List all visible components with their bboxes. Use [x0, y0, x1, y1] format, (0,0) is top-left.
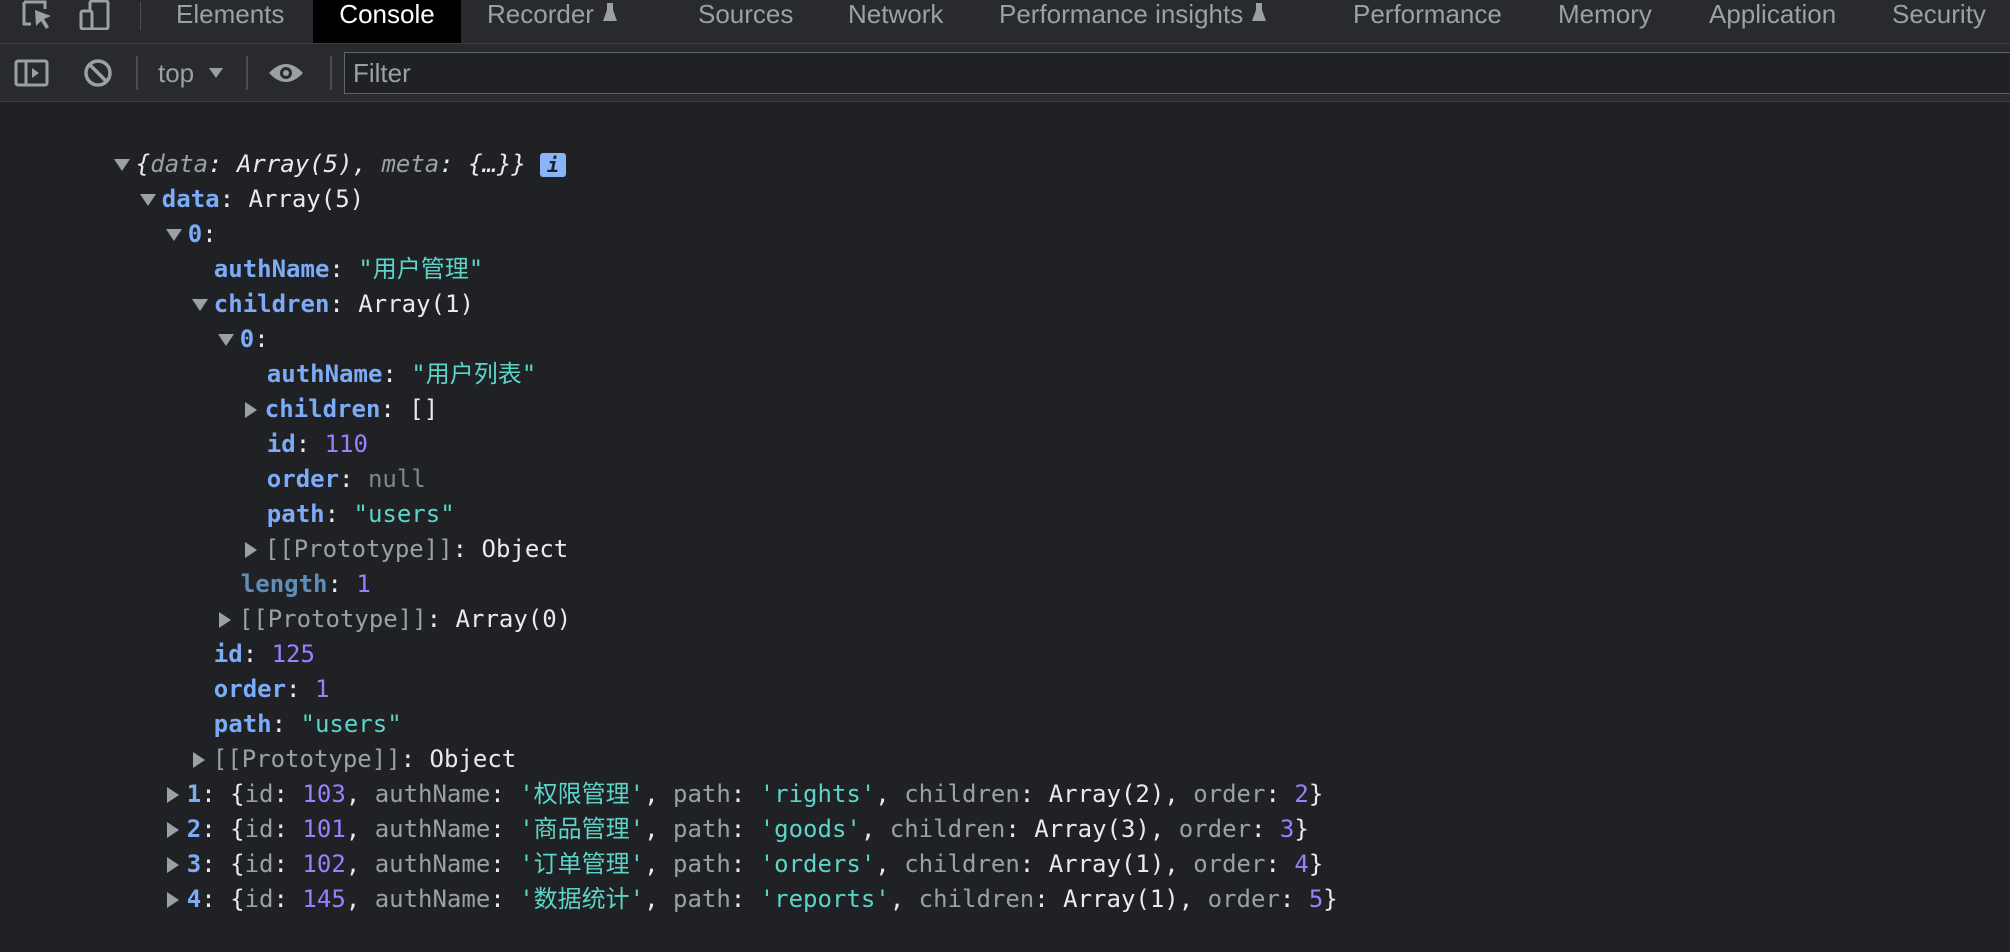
tab-performance[interactable]: Performance	[1353, 0, 1502, 43]
toolbar-divider	[136, 56, 138, 90]
devtools-tab-bar: Elements Console Recorder Sources Networ…	[0, 0, 2010, 44]
property-value: Array(5)	[248, 185, 365, 213]
tree-row-id: id: 110	[266, 430, 368, 458]
toolbar-divider	[140, 2, 141, 30]
tree-row-prototype[interactable]: [[Prototype]]: Object	[135, 707, 516, 773]
tree-row-item-0[interactable]: 0:	[108, 182, 217, 248]
tree-row-item-collapsed[interactable]: 2: {id: 101, authName: '商品管理', path: 'go…	[109, 777, 1309, 843]
tree-row-path: path: "users"	[213, 710, 402, 738]
collapsed-arrow-icon[interactable]	[166, 892, 179, 908]
tree-row-length: length: 1	[240, 570, 371, 598]
preview-key-meta: meta	[381, 150, 440, 178]
context-selector-label: top	[158, 57, 195, 88]
filter-input[interactable]	[344, 52, 2010, 94]
experiment-flask-icon	[1251, 0, 1267, 29]
tree-row-prototype[interactable]: [[Prototype]]: Array(0)	[161, 567, 571, 633]
tab-application[interactable]: Application	[1709, 0, 1836, 43]
property-value: []	[409, 395, 439, 423]
tree-row-path: path: "users"	[266, 500, 455, 528]
property-value: Array(0)	[455, 605, 572, 633]
property-value: Object	[481, 535, 569, 563]
tab-elements[interactable]: Elements	[176, 0, 284, 43]
experiment-flask-icon	[602, 0, 618, 29]
toolbar-divider	[246, 56, 248, 90]
tab-memory[interactable]: Memory	[1558, 0, 1652, 43]
tree-row-item-collapsed[interactable]: 3: {id: 102, authName: '订单管理', path: 'or…	[109, 812, 1323, 878]
dropdown-arrow-icon	[208, 67, 224, 79]
tree-row-order: order: 1	[213, 675, 330, 703]
preview-brace: }	[511, 150, 526, 178]
tab-security[interactable]: Security	[1892, 0, 1986, 43]
tree-row-children[interactable]: children: []	[187, 357, 438, 423]
tree-row-children[interactable]: children: Array(1)	[134, 252, 474, 318]
console-toolbar: top	[0, 44, 2010, 102]
preview-colon: :	[439, 150, 469, 178]
tab-performance-insights[interactable]: Performance insights	[999, 0, 1267, 43]
toolbar-divider	[330, 56, 332, 90]
tree-row-data[interactable]: data: Array(5)	[82, 147, 364, 213]
device-toolbar-icon[interactable]	[74, 0, 114, 30]
inspect-element-icon[interactable]	[18, 0, 58, 30]
tab-recorder[interactable]: Recorder	[487, 0, 618, 43]
show-sidebar-icon[interactable]	[14, 44, 50, 102]
tree-row-item-collapsed[interactable]: 1: {id: 103, authName: '权限管理', path: 'ri…	[109, 742, 1323, 808]
context-selector[interactable]: top	[158, 44, 224, 102]
property-value: Array(1)	[358, 290, 474, 318]
tree-row-authname: authName: "用户管理"	[213, 255, 484, 283]
tree-row-authname: authName: "用户列表"	[266, 360, 537, 388]
tree-row-item-collapsed[interactable]: 4: {id: 145, authName: '数据统计', path: 're…	[109, 847, 1338, 913]
clear-console-icon[interactable]	[82, 44, 114, 102]
console-log-object[interactable]: {data: Array(5), meta: {…}} i	[56, 112, 566, 178]
console-output: {data: Array(5), meta: {…}} i data: Array…	[0, 102, 2010, 913]
tree-row-child-0[interactable]: 0:	[160, 287, 269, 353]
info-icon[interactable]: i	[539, 153, 566, 177]
tab-console[interactable]: Console	[313, 0, 461, 43]
tab-sources[interactable]: Sources	[698, 0, 793, 43]
tree-row-prototype[interactable]: [[Prototype]]: Object	[187, 497, 568, 563]
live-expression-eye-icon[interactable]	[268, 44, 304, 102]
tab-network[interactable]: Network	[848, 0, 943, 43]
preview-value-meta: {…}	[468, 150, 512, 178]
tree-row-order: order: null	[266, 465, 426, 493]
tree-row-id: id: 125	[213, 640, 315, 668]
